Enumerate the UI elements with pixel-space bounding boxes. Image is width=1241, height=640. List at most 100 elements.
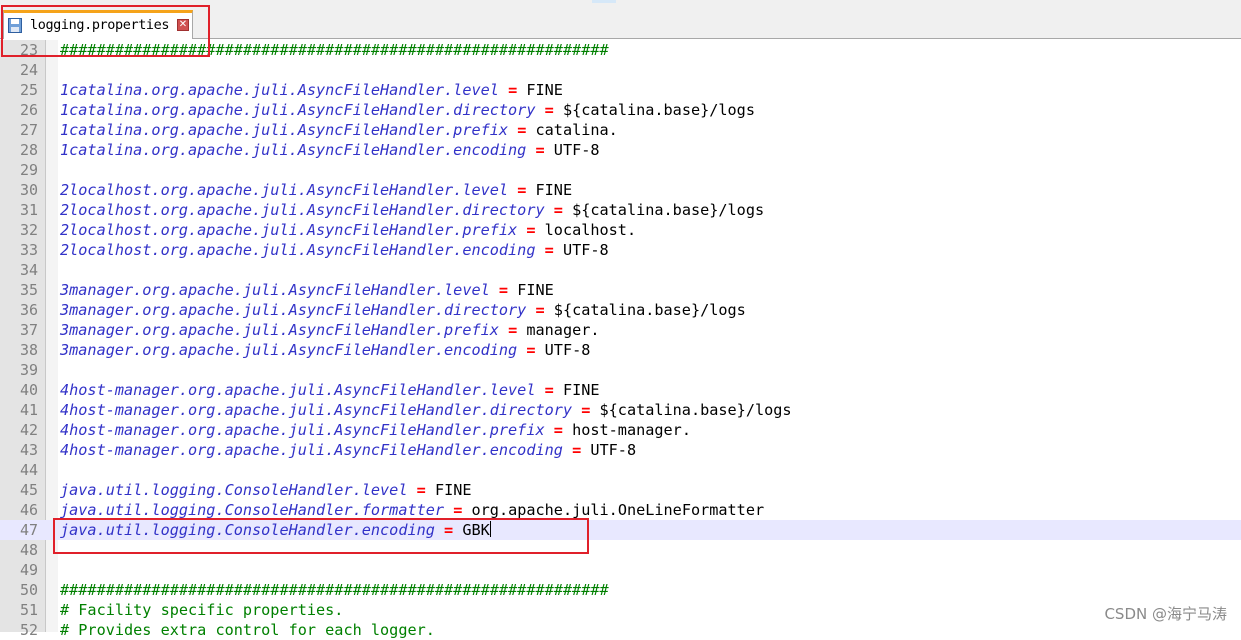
code-line[interactable]: 32 2localhost.org.apache.juli.AsyncFileHa…: [0, 220, 1241, 240]
equals-operator: =: [508, 321, 518, 339]
line-number: 48: [19, 541, 38, 559]
code-text: ########################################…: [60, 580, 609, 600]
equals-operator: =: [453, 501, 463, 519]
code-text: 4host-manager.org.apache.juli.AsyncFileH…: [60, 440, 636, 460]
line-number: 38: [19, 341, 38, 359]
code-text: 4host-manager.org.apache.juli.AsyncFileH…: [60, 400, 792, 420]
property-key: java.util.logging.ConsoleHandler.level: [60, 481, 408, 499]
property-key: 1catalina.org.apache.juli.AsyncFileHandl…: [60, 141, 527, 159]
property-value: catalina.: [535, 121, 618, 139]
code-line[interactable]: 50 ######################################…: [0, 580, 1241, 600]
code-line[interactable]: 35 3manager.org.apache.juli.AsyncFileHand…: [0, 280, 1241, 300]
property-key: 4host-manager.org.apache.juli.AsyncFileH…: [60, 421, 545, 439]
code-line[interactable]: 52 # Provides extra control for each logg…: [0, 620, 1241, 640]
code-line[interactable]: 45 java.util.logging.ConsoleHandler.level…: [0, 480, 1241, 500]
property-value: ${catalina.base}/logs: [599, 401, 792, 419]
line-number: 49: [19, 561, 38, 579]
comment-text: ########################################…: [60, 581, 609, 599]
equals-operator: =: [517, 121, 527, 139]
line-number: 32: [19, 221, 38, 239]
code-line[interactable]: 42 4host-manager.org.apache.juli.AsyncFil…: [0, 420, 1241, 440]
property-key: 3manager.org.apache.juli.AsyncFileHandle…: [60, 341, 518, 359]
property-value: FINE: [434, 481, 472, 499]
equals-operator: =: [498, 281, 509, 299]
code-line[interactable]: 41 4host-manager.org.apache.juli.AsyncFil…: [0, 400, 1241, 420]
property-value: manager.: [526, 321, 600, 339]
code-line[interactable]: 44: [0, 460, 1241, 480]
property-key: 3manager.org.apache.juli.AsyncFileHandle…: [60, 321, 499, 339]
property-key: 1catalina.org.apache.juli.AsyncFileHandl…: [60, 81, 499, 99]
equals-operator: =: [517, 181, 527, 199]
line-number: 28: [19, 141, 38, 159]
equals-operator: =: [553, 421, 563, 439]
line-number: 25: [19, 81, 38, 99]
code-line[interactable]: 37 3manager.org.apache.juli.AsyncFileHand…: [0, 320, 1241, 340]
property-value: FINE: [517, 281, 554, 299]
property-key: 4host-manager.org.apache.juli.AsyncFileH…: [60, 401, 573, 419]
code-text: 1catalina.org.apache.juli.AsyncFileHandl…: [60, 140, 600, 160]
equals-operator: =: [416, 481, 426, 499]
code-line[interactable]: 25 1catalina.org.apache.juli.AsyncFileHan…: [0, 80, 1241, 100]
code-line[interactable]: 26 1catalina.org.apache.juli.AsyncFileHan…: [0, 100, 1241, 120]
equals-operator: =: [544, 241, 554, 259]
line-number: 35: [19, 281, 38, 299]
watermark: CSDN @海宁马涛: [1104, 605, 1227, 623]
equals-operator: =: [572, 441, 582, 459]
code-line[interactable]: 29: [0, 160, 1241, 180]
code-line[interactable]: 49: [0, 560, 1241, 580]
line-number: 31: [19, 201, 38, 219]
code-line[interactable]: 46 java.util.logging.ConsoleHandler.forma…: [0, 500, 1241, 520]
comment-text: # Provides extra control for each logger…: [60, 621, 435, 639]
code-line[interactable]: 31 2localhost.org.apache.juli.AsyncFileHa…: [0, 200, 1241, 220]
property-value: UTF-8: [544, 341, 591, 359]
line-number: 47: [19, 521, 38, 539]
equals-operator: =: [508, 81, 518, 99]
code-line[interactable]: 33 2localhost.org.apache.juli.AsyncFileHa…: [0, 240, 1241, 260]
equals-operator: =: [544, 381, 554, 399]
property-value: FINE: [562, 381, 600, 399]
line-number: 42: [19, 421, 38, 439]
code-text: 2localhost.org.apache.juli.AsyncFileHand…: [60, 200, 764, 220]
equals-operator: =: [535, 301, 545, 319]
line-number: 50: [19, 581, 38, 599]
property-key: 2localhost.org.apache.juli.AsyncFileHand…: [60, 221, 518, 239]
property-value: ${catalina.base}/logs: [572, 201, 765, 219]
equals-operator: =: [544, 101, 554, 119]
equals-operator: =: [535, 141, 545, 159]
code-text: java.util.logging.ConsoleHandler.level =…: [60, 480, 472, 500]
tab-highlight-box: [1, 5, 210, 57]
property-key: 1catalina.org.apache.juli.AsyncFileHandl…: [60, 101, 536, 119]
equals-operator: =: [581, 401, 591, 419]
line-number: 41: [19, 401, 38, 419]
code-text: # Facility specific properties.: [60, 600, 343, 620]
property-value: FINE: [535, 181, 573, 199]
code-line[interactable]: 51 # Facility specific properties.: [0, 600, 1241, 620]
line-number: 40: [19, 381, 38, 399]
code-line[interactable]: 28 1catalina.org.apache.juli.AsyncFileHan…: [0, 140, 1241, 160]
property-value: FINE: [526, 81, 563, 99]
code-line[interactable]: 34: [0, 260, 1241, 280]
property-key: 2localhost.org.apache.juli.AsyncFileHand…: [60, 241, 536, 259]
line-number: 26: [19, 101, 38, 119]
line-number: 33: [19, 241, 38, 259]
code-line[interactable]: 36 3manager.org.apache.juli.AsyncFileHand…: [0, 300, 1241, 320]
property-value: ${catalina.base}/logs: [562, 101, 755, 119]
equals-operator: =: [526, 341, 536, 359]
line-number: 39: [19, 361, 38, 379]
code-line[interactable]: 27 1catalina.org.apache.juli.AsyncFileHan…: [0, 120, 1241, 140]
code-line[interactable]: 40 4host-manager.org.apache.juli.AsyncFil…: [0, 380, 1241, 400]
line-number: 36: [19, 301, 38, 319]
line-number: 51: [19, 601, 38, 619]
line-number: 29: [19, 161, 38, 179]
property-value: ${catalina.base}/logs: [553, 301, 746, 319]
line-number: 34: [19, 261, 38, 279]
code-line[interactable]: 38 3manager.org.apache.juli.AsyncFileHand…: [0, 340, 1241, 360]
line-number: 24: [19, 61, 38, 79]
code-line[interactable]: 39: [0, 360, 1241, 380]
code-line[interactable]: 24: [0, 60, 1241, 80]
property-value: localhost.: [544, 221, 637, 239]
code-line[interactable]: 30 2localhost.org.apache.juli.AsyncFileHa…: [0, 180, 1241, 200]
property-key: 4host-manager.org.apache.juli.AsyncFileH…: [60, 381, 536, 399]
code-line[interactable]: 43 4host-manager.org.apache.juli.AsyncFil…: [0, 440, 1241, 460]
property-key: 4host-manager.org.apache.juli.AsyncFileH…: [60, 441, 563, 459]
